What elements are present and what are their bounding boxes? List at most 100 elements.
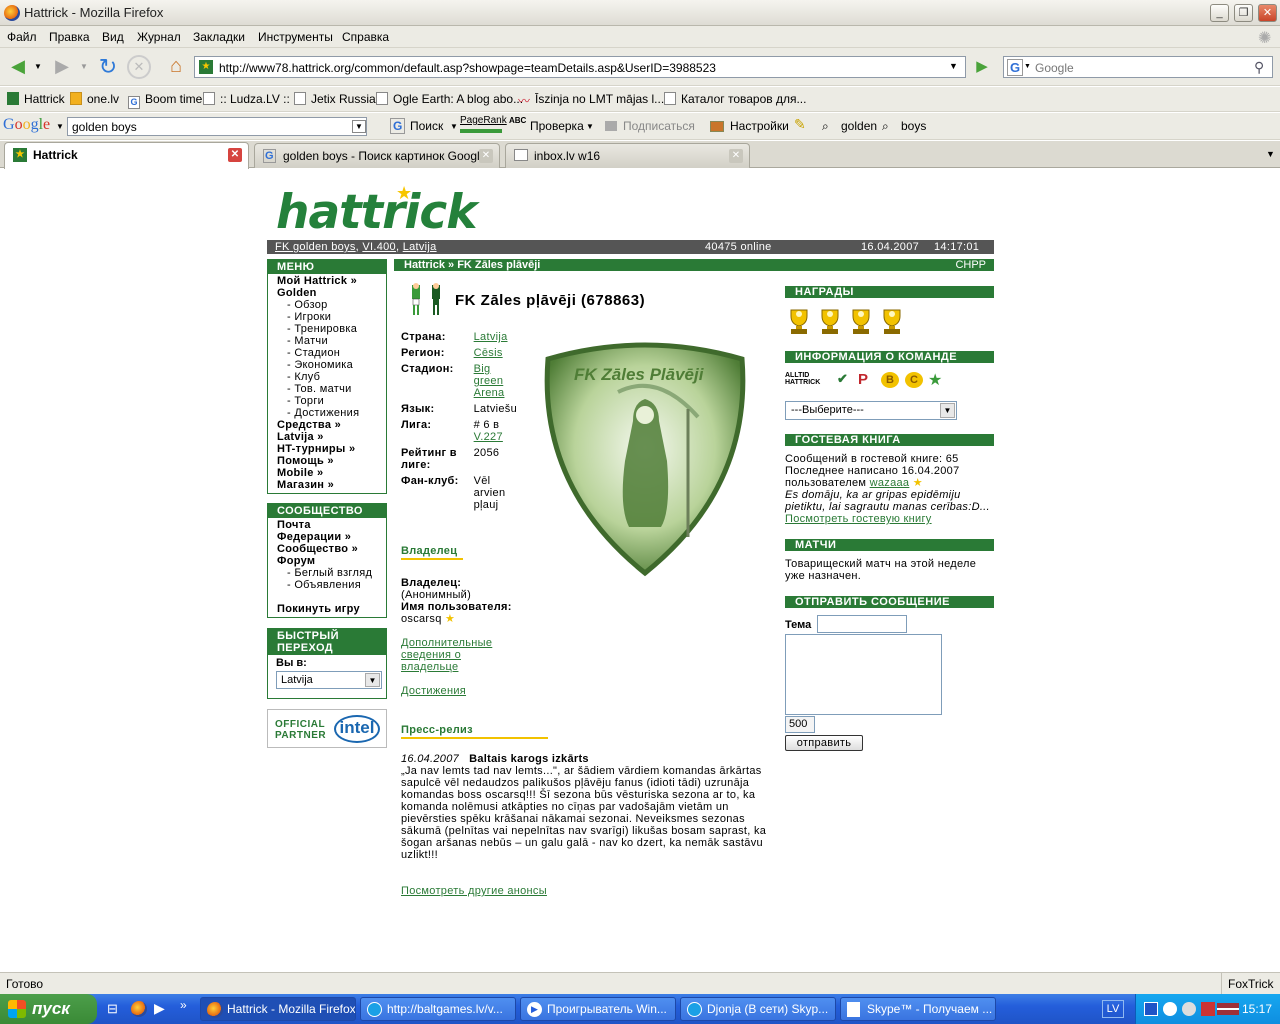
community-community[interactable]: Сообщество » (277, 543, 377, 555)
tray-icon-4[interactable] (1201, 1002, 1215, 1016)
menu-finances[interactable]: Средства » (277, 419, 377, 431)
menu-file[interactable]: Файл (7, 30, 37, 44)
menu-bookmarks[interactable]: Закладки (193, 30, 245, 44)
google-search-icon[interactable]: G (390, 118, 406, 134)
menu-mobile[interactable]: Mobile » (277, 467, 377, 479)
team-info-select[interactable]: ---Выберите--- ▼ (785, 401, 957, 420)
menu-ht-cups[interactable]: HT-турниры » (277, 443, 377, 455)
firefox-quicklaunch-icon[interactable] (131, 1001, 147, 1017)
forum-announcements[interactable]: - Объявления (277, 579, 377, 591)
close-tab-icon[interactable]: ✕ (729, 149, 743, 163)
spellcheck-dropdown-icon[interactable]: ▼ (586, 122, 594, 131)
country-link[interactable]: Latvija (474, 331, 508, 343)
forward-dropdown-icon[interactable]: ▼ (80, 62, 88, 71)
network-icon[interactable] (1182, 1002, 1196, 1016)
menu-training[interactable]: - Тренировка (277, 323, 377, 335)
menu-friendlies[interactable]: - Тов. матчи (277, 383, 377, 395)
menu-view[interactable]: Вид (102, 30, 124, 44)
forum-overview[interactable]: - Беглый взгляд (277, 567, 377, 579)
menu-help[interactable]: Справка (342, 30, 389, 44)
menu-edit[interactable]: Правка (49, 30, 90, 44)
url-dropdown-icon[interactable]: ▼ (949, 61, 958, 71)
tab-google-images[interactable]: G golden boys - Поиск картинок Google ✕ (254, 143, 500, 168)
minimize-button[interactable]: _ (1210, 4, 1229, 22)
task-skype[interactable]: Skype™ - Получаем ... (840, 997, 996, 1021)
menu-history[interactable]: Журнал (137, 30, 181, 44)
league-link[interactable]: VI.400 (362, 241, 396, 253)
bookmark-hattrick[interactable]: Hattrick (7, 92, 65, 106)
team-link[interactable]: FK golden boys (275, 241, 356, 253)
settings-button[interactable]: Настройки (730, 119, 789, 133)
foxtrick-status[interactable]: FoxTrick (1228, 977, 1274, 991)
show-desktop-icon[interactable]: ⊟ (107, 1001, 118, 1017)
reload-icon[interactable]: ↻ (94, 53, 122, 81)
back-dropdown-icon[interactable]: ▼ (34, 62, 42, 71)
owner-achievements-link[interactable]: Достижения (401, 685, 466, 697)
subscribe-button[interactable]: Подписаться (623, 119, 695, 133)
menu-help[interactable]: Помощь » (277, 455, 377, 467)
google-menu-icon[interactable]: ▼ (56, 122, 64, 131)
more-press-link[interactable]: Посмотреть другие анонсы (401, 885, 547, 897)
htstats-icon[interactable]: ✔ (837, 371, 853, 387)
google-search-input[interactable]: golden boys (67, 117, 367, 136)
menu-matches[interactable]: - Матчи (277, 335, 377, 347)
b-icon[interactable]: B (881, 372, 899, 388)
community-federations[interactable]: Федерации » (277, 531, 377, 543)
bookmark-lmt[interactable]: 〰 Īszinja no LMT mājas l... (518, 92, 664, 109)
start-button[interactable]: пуск (0, 994, 97, 1024)
alltid-hattrick-icon[interactable]: ALLTID HATTRICK (785, 372, 831, 386)
highlighter-icon[interactable]: ✎ (794, 116, 806, 133)
google-logo[interactable]: Google (3, 116, 50, 134)
search-dropdown-icon[interactable]: ▼ (450, 122, 458, 131)
tray-icon-1[interactable] (1144, 1002, 1158, 1016)
stadium-link[interactable]: Big green Arena (474, 363, 505, 399)
task-media-player[interactable]: ▶ Проигрыватель Win... (520, 997, 676, 1021)
bookmark-catalog[interactable]: Каталог товаров для... (664, 92, 806, 106)
task-firefox[interactable]: Hattrick - Mozilla Firefox (200, 997, 356, 1021)
google-search-button[interactable]: Поиск (410, 119, 443, 133)
menu-transfers[interactable]: - Торги (277, 395, 377, 407)
htpredictor-icon[interactable]: P (858, 371, 876, 388)
region-link[interactable]: Cēsis (474, 347, 503, 359)
tab-inbox[interactable]: inbox.lv w16 ✕ (505, 143, 750, 168)
task-baltgames[interactable]: http://baltgames.lv/v... (360, 997, 516, 1021)
message-textarea[interactable] (785, 634, 942, 715)
stop-icon[interactable]: ✕ (127, 55, 151, 79)
home-icon[interactable]: ⌂ (162, 53, 190, 81)
media-player-icon[interactable]: ▶ (154, 1000, 165, 1017)
bookmark-jetix[interactable]: Jetix Russia (294, 92, 376, 106)
word-golden[interactable]: golden (841, 119, 877, 133)
menu-players[interactable]: - Игроки (277, 311, 377, 323)
language-indicator[interactable]: LV (1102, 1000, 1124, 1018)
trophy-icon[interactable] (821, 309, 839, 334)
trophy-icon[interactable] (852, 309, 870, 334)
community-mail[interactable]: Почта (277, 519, 377, 531)
menu-stadium[interactable]: - Стадион (277, 347, 377, 359)
query-dropdown-icon[interactable]: ▼ (352, 120, 366, 133)
skype-tray-icon[interactable] (1163, 1002, 1177, 1016)
maximize-button[interactable]: ❐ (1234, 4, 1253, 22)
tab-hattrick[interactable]: ★ Hattrick ✕ (4, 142, 249, 169)
quicklaunch-more-icon[interactable]: » (180, 998, 187, 1012)
bookmark-ludza[interactable]: :: Ludza.LV :: (203, 92, 290, 106)
menu-achievements[interactable]: - Достижения (277, 407, 377, 419)
go-icon[interactable]: ▶ (971, 57, 993, 77)
quick-jump-select[interactable]: Latvija ▼ (276, 671, 382, 689)
hattrick-logo[interactable]: hattrick (276, 185, 478, 240)
spellcheck-button[interactable]: Проверка (530, 119, 584, 133)
guestbook-user-link[interactable]: wazaaa (870, 477, 910, 489)
close-tab-icon[interactable]: ✕ (479, 149, 493, 163)
community-forum[interactable]: Форум (277, 555, 377, 567)
menu-tools[interactable]: Инструменты (258, 30, 333, 44)
guestbook-link[interactable]: Посмотреть гостевую книгу (785, 513, 932, 525)
url-bar[interactable]: ★ http://www78.hattrick.org/common/defau… (194, 56, 966, 78)
close-button[interactable]: ✕ (1258, 4, 1277, 22)
task-skype-chat[interactable]: Djonja (В сети) Skyp... (680, 997, 836, 1021)
menu-golden[interactable]: Golden (277, 287, 377, 299)
bookmark-onelv[interactable]: one.lv (70, 92, 119, 106)
official-partner[interactable]: OFFICIAL PARTNER intel (267, 709, 387, 748)
bookmark-ogle[interactable]: Ogle Earth: A blog abo... (376, 92, 523, 106)
back-icon[interactable]: ◀ (4, 53, 32, 81)
trophy-icon[interactable] (883, 309, 901, 334)
bookmark-boomtime[interactable]: G Boom time (128, 92, 202, 109)
